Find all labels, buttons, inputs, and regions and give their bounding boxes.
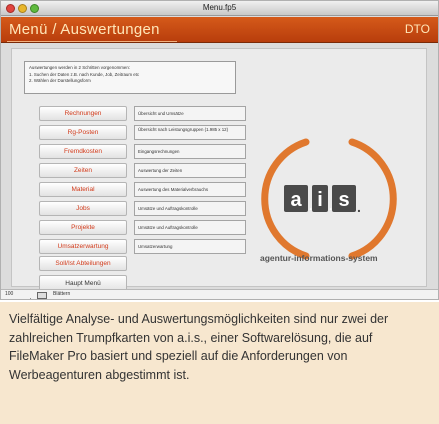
- mode-indicator[interactable]: Blättern: [53, 291, 70, 297]
- menu-description: Umsatzerwartung: [134, 239, 246, 254]
- svg-text:s: s: [338, 189, 349, 211]
- menu-description: Übersicht und Umsätze: [134, 106, 246, 121]
- svg-text:.: .: [329, 199, 332, 213]
- zoom-level[interactable]: 100: [5, 291, 13, 297]
- content-panel: Auswertungen werden in 2 Schritten vorge…: [11, 48, 427, 292]
- status-bar: 100 Blättern: [1, 289, 438, 299]
- svg-text:i: i: [317, 189, 323, 211]
- info-box: Auswertungen werden in 2 Schritten vorge…: [24, 61, 236, 94]
- info-line: 2. Wählen der Darstellungsform: [29, 78, 91, 83]
- window-title: Menu.fp5: [202, 3, 237, 12]
- page-header: Menü / Auswertungen DTO: [1, 17, 438, 43]
- soll-ist-abteilungen-button[interactable]: Soll/Ist Abteilungen: [39, 256, 127, 271]
- layout-toggle-icon[interactable]: [37, 292, 47, 299]
- ais-logo: a . i . s .: [261, 138, 397, 260]
- fremdkosten-button[interactable]: Fremdkosten: [39, 144, 127, 159]
- svg-text:.: .: [309, 199, 312, 213]
- menu-description: Auswertung der Zeiten: [134, 163, 246, 178]
- logo-tagline: agentur-informations-system: [260, 253, 378, 263]
- rg-posten-button[interactable]: Rg-Posten: [39, 125, 127, 140]
- page-title: Menü / Auswertungen: [9, 21, 160, 38]
- rechnungen-button[interactable]: Rechnungen: [39, 106, 127, 121]
- app-window: Menu.fp5 Menü / Auswertungen DTO Auswert…: [0, 0, 439, 300]
- menu-description: Umsätze und Auftragskontrolle: [134, 220, 246, 235]
- svg-text:a: a: [290, 189, 302, 211]
- user-tag: DTO: [404, 22, 430, 36]
- caption-box: Vielfältige Analyse- und Auswertungsmögl…: [0, 302, 439, 424]
- svg-text:.: .: [357, 199, 361, 215]
- menu-description: Übersicht nach Leistungsgruppen (1.985 x…: [134, 125, 246, 140]
- menu-description: Eingangsrechnungen: [134, 144, 246, 159]
- caption-text: Vielfältige Analyse- und Auswertungsmögl…: [9, 312, 389, 383]
- title-bar: Menu.fp5: [1, 1, 438, 16]
- jobs-button[interactable]: Jobs: [39, 201, 127, 216]
- menu-description: Auswertung des Materialverbrauchs: [134, 182, 246, 197]
- projekte-button[interactable]: Projekte: [39, 220, 127, 235]
- material-button[interactable]: Material: [39, 182, 127, 197]
- umsatzerwartung-button[interactable]: Umsatzerwartung: [39, 239, 127, 254]
- zoom-controls-icon[interactable]: [19, 292, 33, 299]
- header-underline: [7, 41, 177, 42]
- zeiten-button[interactable]: Zeiten: [39, 163, 127, 178]
- menu-description: Umsätze und Auftragskontrolle: [134, 201, 246, 216]
